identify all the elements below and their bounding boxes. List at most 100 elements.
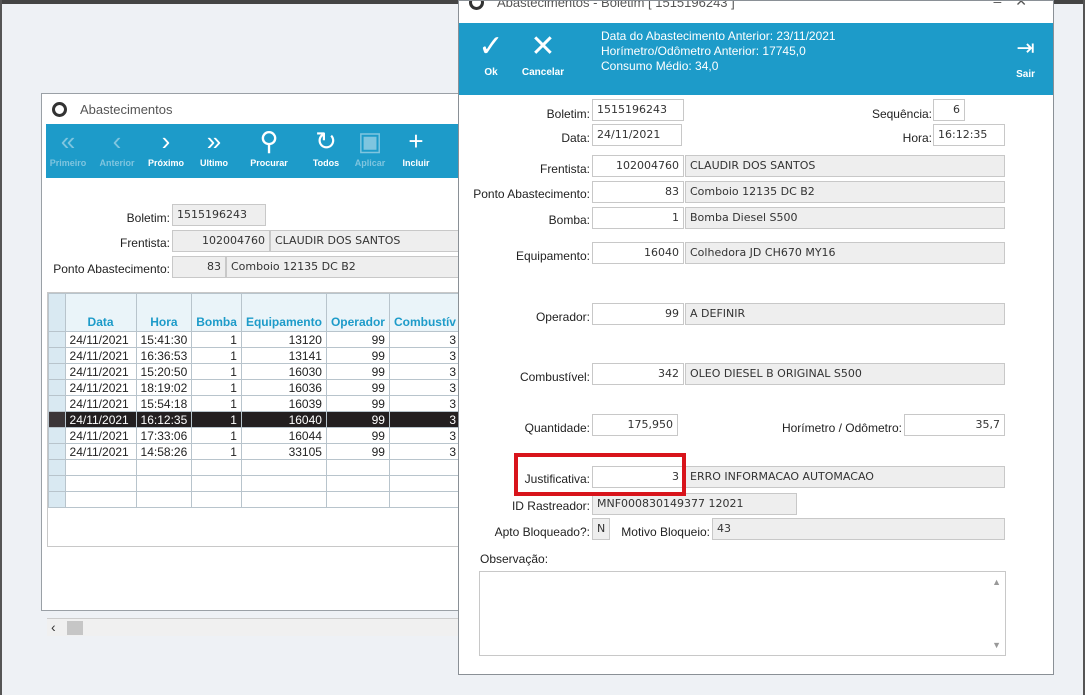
- equipamento-name-field[interactable]: Colhedora JD CH670 MY16: [685, 242, 1005, 264]
- table-cell[interactable]: 99: [325, 443, 390, 460]
- column-header-hora[interactable]: Hora: [135, 293, 193, 332]
- row-indicator[interactable]: [48, 363, 66, 380]
- operador-code-field[interactable]: 99: [592, 303, 684, 325]
- horizontal-scrollbar[interactable]: ‹: [47, 618, 462, 636]
- row-indicator[interactable]: [48, 331, 66, 348]
- ok-button[interactable]: ✓ Ok: [473, 31, 509, 79]
- first-button[interactable]: « Primeiro: [46, 124, 90, 178]
- table-row[interactable]: 24/11/2021 15:54:18 1 16039 99 3: [48, 395, 461, 412]
- table-cell[interactable]: 15:54:18: [135, 395, 193, 412]
- scroll-left-icon[interactable]: ‹: [51, 619, 56, 635]
- table-cell[interactable]: 24/11/2021: [64, 379, 137, 396]
- cancel-button[interactable]: ✕ Cancelar: [517, 31, 569, 79]
- table-cell[interactable]: 24/11/2021: [64, 427, 137, 444]
- table-cell[interactable]: 16:36:53: [135, 347, 193, 364]
- table-cell[interactable]: 24/11/2021: [64, 331, 137, 348]
- table-cell[interactable]: 3: [388, 331, 461, 348]
- observacao-textarea[interactable]: ▲ ▼: [479, 571, 1006, 656]
- row-indicator[interactable]: [48, 443, 66, 460]
- combustivel-code-field[interactable]: 342: [592, 363, 684, 385]
- boletim-field[interactable]: 1515196243: [172, 204, 266, 226]
- table-cell[interactable]: 18:19:02: [135, 379, 193, 396]
- table-row[interactable]: 24/11/2021 15:20:50 1 16030 99 3: [48, 363, 461, 380]
- table-cell[interactable]: 1: [191, 331, 242, 348]
- row-indicator[interactable]: [48, 395, 66, 412]
- table-cell[interactable]: 3: [388, 347, 461, 364]
- column-header-data[interactable]: Data: [64, 293, 137, 332]
- equipamento-code-field[interactable]: 16040: [592, 242, 684, 264]
- combustivel-name-field[interactable]: OLEO DIESEL B ORIGINAL S500: [685, 363, 1005, 385]
- scroll-down-icon[interactable]: ▼: [992, 640, 1001, 650]
- scroll-up-icon[interactable]: ▲: [992, 577, 1001, 587]
- table-cell[interactable]: 14:58:26: [135, 443, 193, 460]
- apto-bloqueado-field[interactable]: N: [592, 518, 610, 540]
- table-cell[interactable]: 3: [388, 395, 461, 412]
- table-cell[interactable]: 1: [191, 395, 242, 412]
- table-cell[interactable]: 3: [388, 363, 461, 380]
- row-indicator[interactable]: [48, 379, 66, 396]
- bomba-name-field[interactable]: Bomba Diesel S500: [685, 207, 1005, 229]
- frentista-code-field[interactable]: 102004760: [172, 230, 270, 252]
- hora-field[interactable]: 16:12:35: [933, 124, 1005, 146]
- column-header-combustivel[interactable]: Combustív: [388, 293, 461, 332]
- row-indicator[interactable]: [48, 347, 66, 364]
- data-field[interactable]: 24/11/2021: [592, 124, 682, 146]
- table-cell[interactable]: 16036: [240, 379, 327, 396]
- table-cell[interactable]: 16039: [240, 395, 327, 412]
- frentista-code-field[interactable]: 102004760: [592, 155, 684, 177]
- exit-button[interactable]: ⇥ Sair: [1016, 35, 1035, 80]
- previous-button[interactable]: ‹ Anterior: [94, 124, 140, 178]
- table-row[interactable]: 24/11/2021 18:19:02 1 16036 99 3: [48, 379, 461, 396]
- table-cell[interactable]: 99: [325, 411, 390, 428]
- table-cell[interactable]: 1: [191, 427, 242, 444]
- table-cell[interactable]: 17:33:06: [135, 427, 193, 444]
- all-button[interactable]: ↻ Todos: [308, 124, 344, 178]
- table-cell[interactable]: 24/11/2021: [64, 411, 137, 428]
- include-button[interactable]: + Incluir: [396, 124, 436, 178]
- table-cell[interactable]: 24/11/2021: [64, 395, 137, 412]
- column-header-bomba[interactable]: Bomba: [191, 293, 242, 332]
- motivo-bloqueio-field[interactable]: 43: [712, 518, 1005, 540]
- table-cell[interactable]: 3: [388, 379, 461, 396]
- table-cell[interactable]: 16040: [240, 411, 327, 428]
- table-cell[interactable]: 16030: [240, 363, 327, 380]
- table-cell[interactable]: 16044: [240, 427, 327, 444]
- table-cell[interactable]: 99: [325, 363, 390, 380]
- column-header-operador[interactable]: Operador: [325, 293, 390, 332]
- bomba-code-field[interactable]: 1: [592, 207, 684, 229]
- last-button[interactable]: » Ultimo: [194, 124, 234, 178]
- table-cell[interactable]: 3: [388, 411, 461, 428]
- table-row[interactable]: 24/11/2021 16:36:53 1 13141 99 3: [48, 347, 461, 364]
- operador-name-field[interactable]: A DEFINIR: [685, 303, 1005, 325]
- table-row[interactable]: 24/11/2021 16:12:35 1 16040 99 3: [48, 411, 461, 428]
- row-indicator[interactable]: [48, 427, 66, 444]
- abastecimentos-grid[interactable]: Data Hora Bomba Equipamento Operador Com…: [47, 292, 462, 547]
- table-cell[interactable]: 3: [388, 427, 461, 444]
- table-cell[interactable]: 3: [388, 443, 461, 460]
- ponto-name-field[interactable]: Comboio 12135 DC B2: [685, 181, 1005, 203]
- boletim-field[interactable]: 1515196243: [592, 99, 684, 121]
- scrollbar-thumb[interactable]: [67, 621, 83, 635]
- frentista-name-field[interactable]: CLAUDIR DOS SANTOS: [685, 155, 1005, 177]
- table-cell[interactable]: 24/11/2021: [64, 443, 137, 460]
- row-indicator[interactable]: [48, 411, 66, 428]
- table-cell[interactable]: 99: [325, 331, 390, 348]
- table-cell[interactable]: 15:20:50: [135, 363, 193, 380]
- table-cell[interactable]: 99: [325, 347, 390, 364]
- table-cell[interactable]: 1: [191, 379, 242, 396]
- table-cell[interactable]: 99: [325, 395, 390, 412]
- table-cell[interactable]: 16:12:35: [135, 411, 193, 428]
- horimetro-field[interactable]: 35,7: [904, 414, 1005, 436]
- quantidade-field[interactable]: 175,950: [592, 414, 678, 436]
- next-button[interactable]: › Próximo: [142, 124, 190, 178]
- search-button[interactable]: ⚲ Procurar: [244, 124, 294, 178]
- table-cell[interactable]: 1: [191, 443, 242, 460]
- justificativa-name-field[interactable]: ERRO INFORMACAO AUTOMACAO: [685, 466, 1005, 488]
- table-cell[interactable]: 24/11/2021: [64, 347, 137, 364]
- sequencia-field[interactable]: 6: [933, 99, 965, 121]
- table-cell[interactable]: 15:41:30: [135, 331, 193, 348]
- table-cell[interactable]: 1: [191, 347, 242, 364]
- vertical-scrollbar[interactable]: ▲ ▼: [987, 572, 1005, 655]
- table-cell[interactable]: 99: [325, 379, 390, 396]
- table-cell[interactable]: 1: [191, 363, 242, 380]
